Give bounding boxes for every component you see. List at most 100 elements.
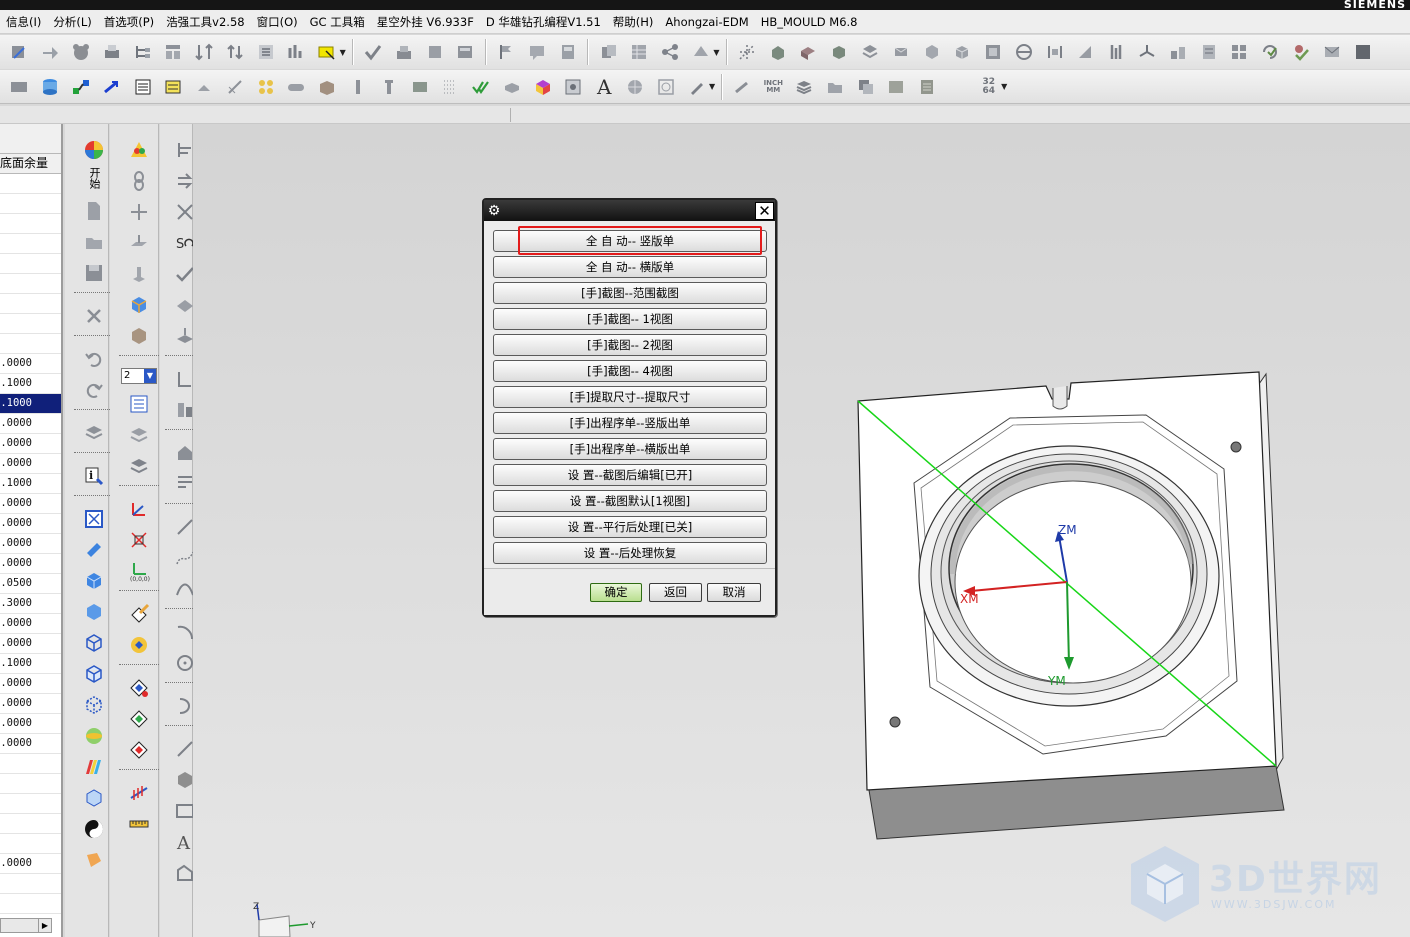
table-row[interactable] [0,214,61,234]
swap-icon[interactable] [223,40,247,64]
zoom-tool-icon[interactable] [83,539,105,561]
ruler-icon[interactable] [128,813,150,835]
table-row[interactable]: 0.0000 [0,414,61,434]
scroll-right-button[interactable]: ▶ [38,919,51,932]
globe-icon[interactable] [623,75,647,99]
analysis-color-icon[interactable] [128,139,150,161]
table-row[interactable] [0,834,61,854]
menu-item[interactable]: Ahongzai-EDM [659,15,754,29]
app-wheel-icon[interactable] [83,139,105,161]
screenshot-2-view-button[interactable]: [手]截图-- 2视图 [493,334,767,356]
comment-icon[interactable] [525,40,549,64]
wcs-origin-icon[interactable]: (0,0,0) [128,560,150,582]
solid-block-icon[interactable] [827,40,851,64]
table-row[interactable] [0,234,61,254]
peg-icon[interactable] [346,75,370,99]
invert-visibility-icon[interactable] [128,739,150,761]
cube-icon[interactable] [950,40,974,64]
horizontal-scrollbar[interactable]: ▶ [0,918,52,933]
block-feature-icon[interactable] [128,294,150,316]
inch-mm-icon[interactable]: INCH MM [761,75,785,99]
frame-icon[interactable] [981,40,1005,64]
flag-icon[interactable] [494,40,518,64]
shaded-edges-cube-icon[interactable] [83,601,105,623]
crescent-icon[interactable] [946,75,970,99]
table-row[interactable]: 0.1000 [0,374,61,394]
material-icon[interactable] [83,849,105,871]
display-object-icon[interactable] [128,634,150,656]
delete-icon[interactable] [83,305,105,327]
verify-icon[interactable] [1289,40,1313,64]
dropdown-arrow-icon[interactable]: ▼ [709,82,715,91]
menu-item[interactable]: 分析(L) [47,14,97,30]
analysis-rainbow-icon[interactable] [83,756,105,778]
color-cube-icon[interactable] [531,75,555,99]
gray-tool-icon[interactable] [192,75,216,99]
fit-view-icon[interactable] [83,508,105,530]
menu-item[interactable]: D 华雄钻孔编程V1.51 [480,14,607,30]
rectangle-icon[interactable] [408,75,432,99]
graphics-viewport[interactable]: ZM XM YM Z Y [193,124,1410,937]
save-icon[interactable] [83,262,105,284]
hexagon-icon[interactable] [920,40,944,64]
start-label[interactable]: 开始 [88,167,101,189]
dropdown-arrow-icon[interactable]: ▼ [1001,82,1007,91]
bars-icon[interactable] [284,40,308,64]
dxf-export-icon[interactable] [731,75,755,99]
network-nodes-icon[interactable] [69,75,93,99]
table-row[interactable] [0,334,61,354]
menu-item[interactable]: 窗口(O) [251,14,304,30]
hidden-line-cube-icon[interactable] [83,663,105,685]
table-row[interactable]: 0.0000 [0,854,61,874]
wedge-icon[interactable] [1073,40,1097,64]
menu-item[interactable]: 帮助(H) [607,14,660,30]
table-row[interactable]: 0.0000 [0,494,61,514]
pen-icon[interactable] [685,75,709,99]
curve-tool-icon[interactable] [7,40,31,64]
device-icon[interactable] [561,75,585,99]
table-row[interactable]: 0.0000 [0,714,61,734]
info-icon[interactable]: i [83,465,105,487]
folder-icon[interactable] [823,75,847,99]
mail-icon[interactable] [1320,40,1344,64]
table-row[interactable] [0,294,61,314]
undo-icon[interactable] [83,348,105,370]
table-row[interactable]: 0.0000 [0,634,61,654]
layer-dropdown-icon[interactable]: ▼ [144,368,156,383]
move-layer-icon[interactable] [128,424,150,446]
printer-icon[interactable] [100,40,124,64]
layer-manager-icon[interactable] [128,393,150,415]
close-icon[interactable]: ✕ [755,201,774,220]
table-row[interactable] [0,274,61,294]
table-row[interactable] [0,874,61,894]
mold-plate-model[interactable]: ZM XM YM Z Y [193,124,1410,937]
screenshot-range-button[interactable]: [手]截图--范围截图 [493,282,767,304]
layers-icon[interactable] [858,40,882,64]
table-row[interactable]: 0.0000 [0,354,61,374]
check-icon[interactable] [361,40,385,64]
dark-square-icon[interactable] [1351,40,1375,64]
copy-icon[interactable] [597,40,621,64]
table-row[interactable]: 0.0000 [0,434,61,454]
table-row[interactable] [0,314,61,334]
table-row[interactable]: 0.0000 [0,514,61,534]
copy-layer-icon[interactable] [128,455,150,477]
peg-2-icon[interactable] [377,75,401,99]
node-link-icon[interactable] [658,40,682,64]
fraction-icon[interactable]: 32 64 [977,75,1001,99]
list-icon[interactable] [254,40,278,64]
ok-button[interactable]: 确定 [590,583,642,602]
full-auto-horizontal-button[interactable]: 全 自 动-- 横版单 [493,256,767,278]
table-row[interactable]: 0.0000 [0,674,61,694]
calculator-icon[interactable] [915,75,939,99]
dashed-cube-icon[interactable] [83,694,105,716]
panel-icon[interactable] [453,40,477,64]
solid-green-icon[interactable] [766,40,790,64]
menu-item[interactable]: 浩强工具v2.58 [160,14,250,30]
table-row[interactable] [0,814,61,834]
tree-icon[interactable] [131,40,155,64]
annotation-icon[interactable] [128,782,150,804]
sketch-dotted-icon[interactable] [735,40,759,64]
table-row[interactable] [0,754,61,774]
studio-sphere-icon[interactable] [83,725,105,747]
